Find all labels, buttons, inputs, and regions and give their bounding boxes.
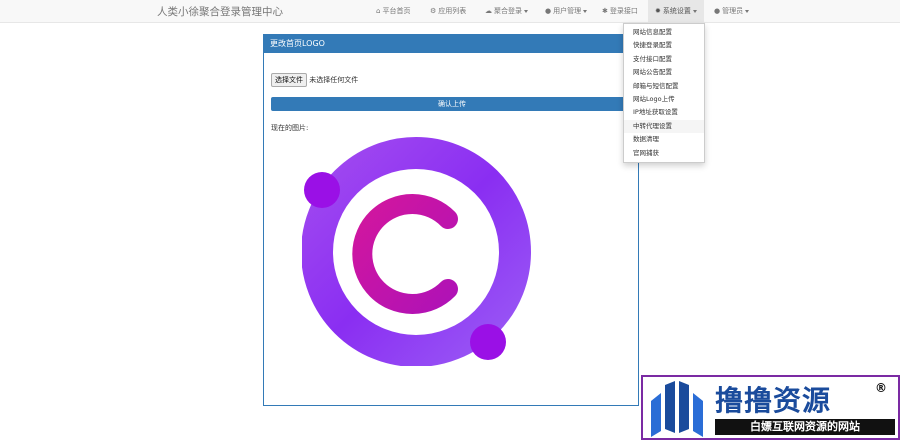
file-input-row: 选择文件 未选择任何文件 [271,73,358,87]
nav-system-settings-label: 系统设置 [662,7,691,15]
nav-login-aggregate-label: 聚合登录 [494,7,522,15]
nav-login-aggregate[interactable]: ☁ 聚合登录 [485,0,528,22]
nav-user-management-label: 用户管理 [553,7,582,15]
nav-apps[interactable]: ⚙ 应用列表 [430,0,466,22]
file-status-text: 未选择任何文件 [309,76,359,84]
choose-file-button[interactable]: 选择文件 [271,73,307,87]
nav-user-management[interactable]: ● 用户管理 [545,0,588,22]
cloud-icon: ☁ [485,7,492,15]
nav-system-settings[interactable]: ✹ 系统设置 [648,0,704,22]
menu-item-data-cleanup[interactable]: 数据清理 [624,133,704,146]
chevron-down-icon [745,9,750,13]
logo-dot-bottom-right [470,324,506,360]
current-image-label: 现在的图片: [271,124,309,132]
logo-outer-ring [302,137,531,366]
menu-item-site-info[interactable]: 网站信息配置 [624,26,704,39]
nav-admin[interactable]: ● 管理员 [714,0,750,22]
logo-c-letter [352,194,458,314]
logo-dot-top-left [304,172,340,208]
top-navbar: 人类小徐聚合登录管理中心 ⌂ 平台首页 ⚙ 应用列表 ☁ 聚合登录 ● 用户管理 ✱ 登录… [0,0,900,23]
nav-login-api-label: 登录接口 [609,7,638,15]
current-logo-image [302,137,531,366]
gear-icon: ✹ [655,7,661,15]
menu-item-email-sms[interactable]: 邮箱与短信配置 [624,80,704,93]
menu-item-announcement[interactable]: 网站公告配置 [624,66,704,79]
system-settings-dropdown: 网站信息配置 快捷登录配置 支付接口配置 网站公告配置 邮箱与短信配置 网站Lo… [623,23,705,163]
brand-title[interactable]: 人类小徐聚合登录管理中心 [157,4,283,19]
home-icon: ⌂ [376,7,381,15]
watermark-title: 撸撸资源 [715,384,832,417]
plugin-icon: ✱ [602,7,608,15]
chevron-down-icon [524,9,528,13]
menu-item-logo-upload[interactable]: 网站Logo上传 [624,93,704,106]
nav-login-api[interactable]: ✱ 登录接口 [602,0,638,22]
chevron-down-icon [692,9,697,13]
menu-item-quick-login[interactable]: 快捷登录配置 [624,39,704,52]
confirm-upload-button[interactable]: 确认上传 [271,97,633,111]
menu-item-payment[interactable]: 支付接口配置 [624,53,704,66]
watermark-banner: 撸撸资源 ® 白嫖互联网资源的网站 [641,375,900,440]
nav-apps-label: 应用列表 [438,7,467,15]
nav-home[interactable]: ⌂ 平台首页 [376,0,410,22]
user-icon: ● [545,7,552,15]
nav-home-label: 平台首页 [382,7,411,15]
apps-icon: ⚙ [430,7,437,15]
panel-title: 更改首页LOGO [264,35,638,53]
menu-item-ip-settings[interactable]: IP地址获取设置 [624,106,704,119]
watermark-subtitle: 白嫖互联网资源的网站 [715,419,895,435]
nav-admin-label: 管理员 [722,7,744,15]
logo-upload-panel: 更改首页LOGO 选择文件 未选择任何文件 确认上传 现在的图片: [263,34,639,406]
watermark-logo-icon [651,381,703,437]
menu-item-official-capture[interactable]: 官网捕获 [624,147,704,160]
registered-mark: ® [875,381,887,395]
chevron-down-icon [583,9,588,13]
admin-user-icon: ● [714,7,721,15]
menu-item-proxy[interactable]: 中转代理设置 [624,119,704,134]
